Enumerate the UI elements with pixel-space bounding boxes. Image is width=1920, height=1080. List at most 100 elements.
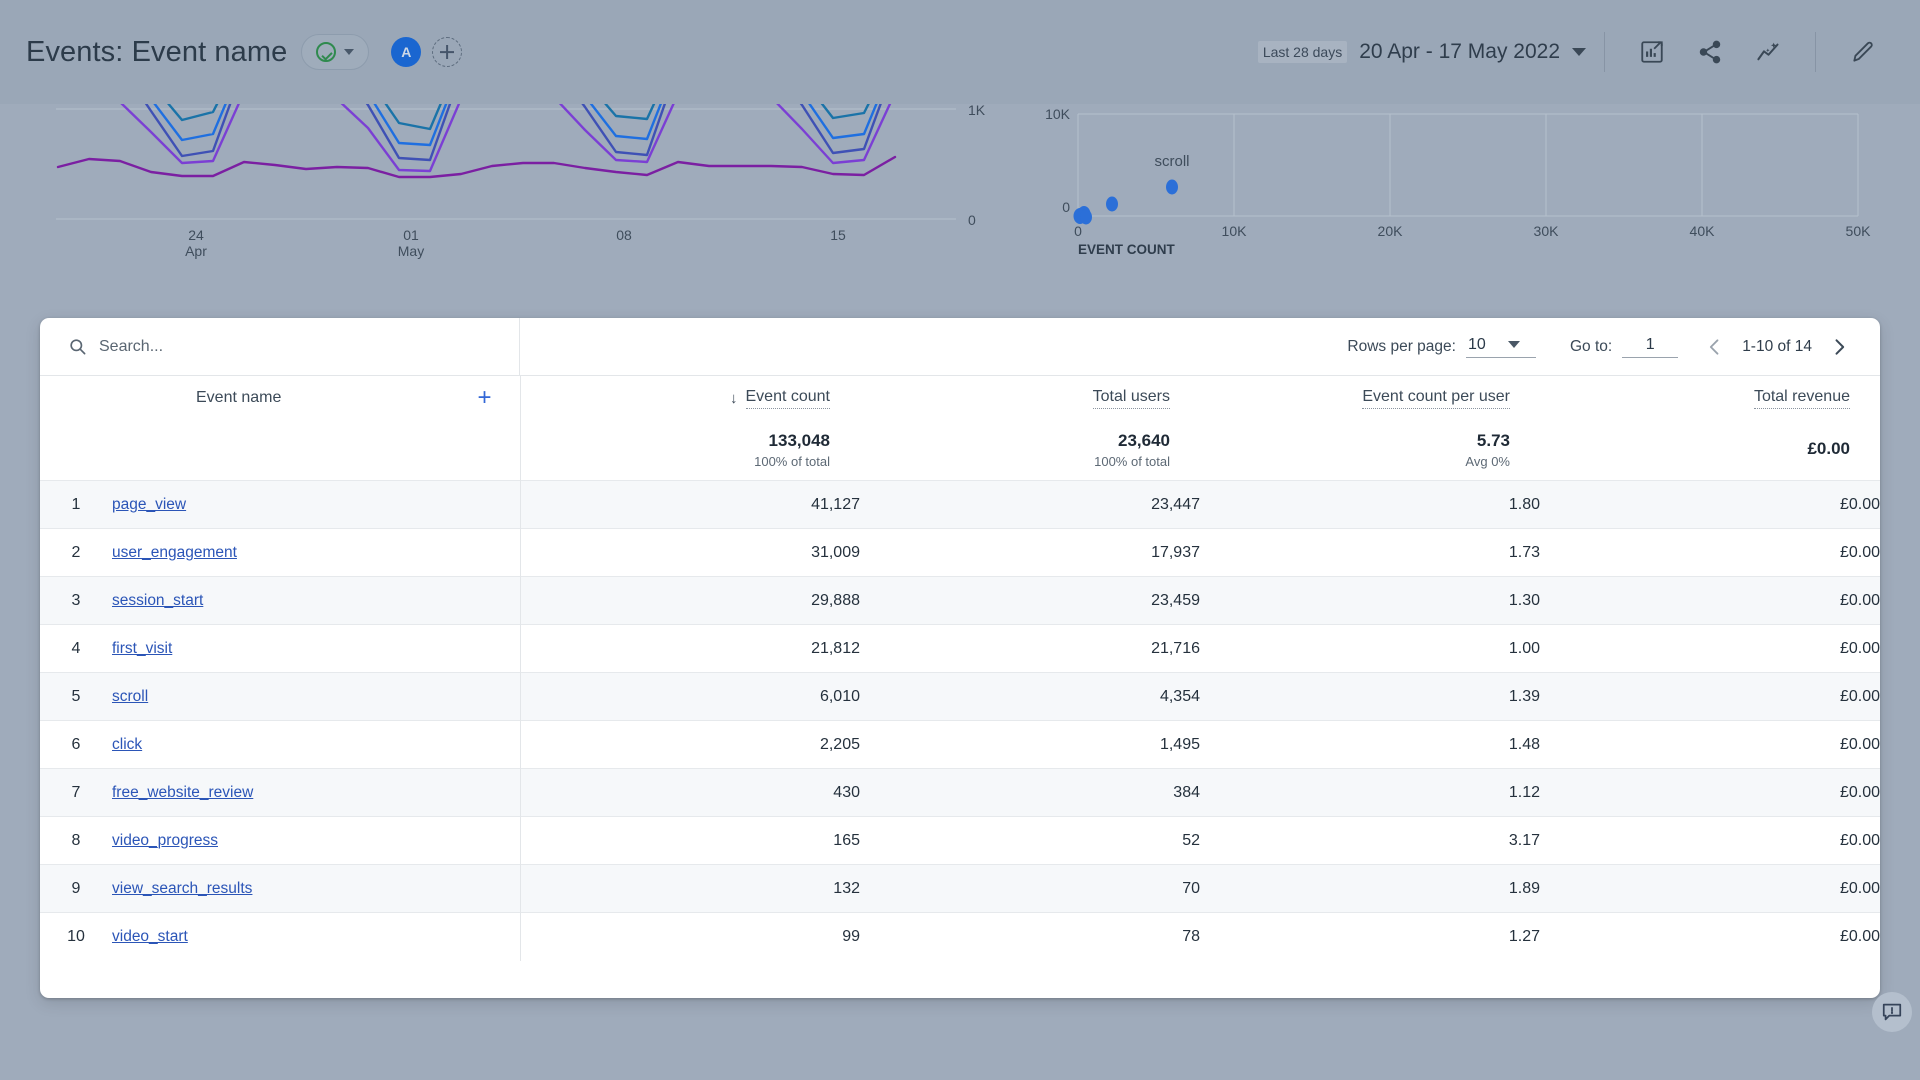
row-total-users-cell: 1,495 xyxy=(860,721,1200,769)
svg-text:24: 24 xyxy=(188,227,204,243)
th-event-count-per-user[interactable]: Event count per user xyxy=(1200,376,1540,420)
page-title: Events: Event name xyxy=(26,36,287,69)
event-name-link[interactable]: view_search_results xyxy=(112,880,252,897)
report-header: Events: Event name A Last 28 days 20 Apr… xyxy=(0,0,1920,104)
th-total-revenue[interactable]: Total revenue xyxy=(1540,376,1880,420)
events-table: Event name + ↓ Event count Total users xyxy=(40,376,1880,961)
totals-row: 133,048 100% of total 23,640 100% of tot… xyxy=(40,420,1880,481)
event-name-link[interactable]: video_progress xyxy=(112,832,218,849)
event-name-link[interactable]: session_start xyxy=(112,592,203,609)
svg-text:scroll: scroll xyxy=(1154,153,1189,170)
insights-icon[interactable] xyxy=(1635,35,1669,69)
row-per-user-cell: 3.17 xyxy=(1200,817,1540,865)
svg-text:01: 01 xyxy=(403,227,419,243)
rows-per-page-value: 10 xyxy=(1468,336,1486,354)
svg-text:08: 08 xyxy=(616,227,632,243)
add-dimension-icon[interactable]: + xyxy=(477,386,491,410)
row-index-cell: 3 xyxy=(40,577,112,625)
row-revenue-cell: £0.00 xyxy=(1540,769,1880,817)
row-total-users-cell: 23,459 xyxy=(860,577,1200,625)
report-status-chip[interactable] xyxy=(301,34,369,70)
row-event-count-cell: 31,009 xyxy=(520,529,860,577)
svg-text:20K: 20K xyxy=(1378,223,1404,239)
next-page-button[interactable] xyxy=(1828,336,1850,358)
column-label: Event name xyxy=(196,389,281,407)
svg-text:0: 0 xyxy=(1074,223,1082,239)
totals-sublabel: Avg 0% xyxy=(1465,454,1510,469)
column-label: Event count per user xyxy=(1362,388,1510,409)
row-event-count-cell: 430 xyxy=(520,769,860,817)
row-event-count-cell: 165 xyxy=(520,817,860,865)
table-header: Event name + ↓ Event count Total users xyxy=(40,376,1880,420)
row-index-cell: 4 xyxy=(40,625,112,673)
event-name-link[interactable]: user_engagement xyxy=(112,544,237,561)
svg-text:10K: 10K xyxy=(1045,106,1071,122)
svg-text:50K: 50K xyxy=(1846,223,1872,239)
event-name-link[interactable]: free_website_review xyxy=(112,784,253,801)
th-event-count[interactable]: ↓ Event count xyxy=(520,376,860,420)
explore-icon[interactable] xyxy=(1751,35,1785,69)
rows-per-page-select[interactable]: 10 xyxy=(1466,336,1536,358)
chevron-down-icon xyxy=(344,49,354,55)
event-name-link[interactable]: click xyxy=(112,736,142,753)
audience-badge[interactable]: A xyxy=(391,37,421,67)
row-total-users-cell: 78 xyxy=(860,913,1200,961)
row-event-count-cell: 132 xyxy=(520,865,860,913)
row-total-users-cell: 384 xyxy=(860,769,1200,817)
sort-descending-icon: ↓ xyxy=(730,390,738,407)
svg-text:May: May xyxy=(398,243,424,259)
row-revenue-cell: £0.00 xyxy=(1540,481,1880,529)
totals-index-cell xyxy=(40,420,112,481)
add-comparison-button[interactable] xyxy=(432,37,462,67)
column-label: Total users xyxy=(1093,388,1170,409)
date-range-label[interactable]: 20 Apr - 17 May 2022 xyxy=(1359,40,1560,64)
row-index-cell: 10 xyxy=(40,913,112,961)
totals-value: 23,640 xyxy=(1118,431,1170,451)
row-per-user-cell: 1.73 xyxy=(1200,529,1540,577)
event-name-link[interactable]: scroll xyxy=(112,688,148,705)
edit-pencil-icon[interactable] xyxy=(1846,35,1880,69)
search-input[interactable]: Search... xyxy=(40,318,520,375)
scatter-chart-svg: 10K 0 0 10K 20K 30K 40K 50K EVENT COUNT … xyxy=(1040,104,1920,320)
row-revenue-cell: £0.00 xyxy=(1540,625,1880,673)
search-placeholder: Search... xyxy=(99,338,163,356)
svg-text:EVENT COUNT: EVENT COUNT xyxy=(1078,242,1176,257)
chevron-down-icon[interactable] xyxy=(1572,48,1586,56)
row-event-name-cell: free_website_review xyxy=(112,769,520,817)
row-index-cell: 7 xyxy=(40,769,112,817)
row-revenue-cell: £0.00 xyxy=(1540,913,1880,961)
table-body: 1page_view41,12723,4471.80£0.002user_eng… xyxy=(40,481,1880,961)
svg-text:40K: 40K xyxy=(1690,223,1716,239)
th-total-users[interactable]: Total users xyxy=(860,376,1200,420)
charts-region: 1K 0 24 Apr 01 May 08 15 xyxy=(0,104,1920,320)
row-event-name-cell: scroll xyxy=(112,673,520,721)
row-event-count-cell: 6,010 xyxy=(520,673,860,721)
totals-value: £0.00 xyxy=(1807,439,1850,459)
line-chart[interactable]: 1K 0 24 Apr 01 May 08 15 xyxy=(56,104,1016,320)
row-event-name-cell: session_start xyxy=(112,577,520,625)
line-chart-svg: 1K 0 24 Apr 01 May 08 15 xyxy=(56,104,1016,320)
feedback-button[interactable] xyxy=(1872,992,1912,1032)
table-row: 1page_view41,12723,4471.80£0.00 xyxy=(40,481,1880,529)
totals-total-users-cell: 23,640 100% of total xyxy=(860,420,1200,481)
table-totals: 133,048 100% of total 23,640 100% of tot… xyxy=(40,420,1880,481)
row-event-name-cell: first_visit xyxy=(112,625,520,673)
row-event-name-cell: video_progress xyxy=(112,817,520,865)
header-divider xyxy=(1815,32,1816,72)
totals-sublabel: 100% of total xyxy=(1094,454,1170,469)
previous-page-button[interactable] xyxy=(1704,336,1726,358)
scatter-chart[interactable]: 10K 0 0 10K 20K 30K 40K 50K EVENT COUNT … xyxy=(1040,104,1920,320)
row-per-user-cell: 1.00 xyxy=(1200,625,1540,673)
row-revenue-cell: £0.00 xyxy=(1540,817,1880,865)
event-name-link[interactable]: video_start xyxy=(112,928,188,945)
goto-page-input[interactable]: 1 xyxy=(1622,336,1678,358)
header-left-group: Events: Event name A xyxy=(26,34,462,70)
event-name-link[interactable]: page_view xyxy=(112,496,186,513)
totals-value: 133,048 xyxy=(769,431,830,451)
goto-label: Go to: xyxy=(1570,338,1612,356)
share-icon[interactable] xyxy=(1693,35,1727,69)
event-name-link[interactable]: first_visit xyxy=(112,640,172,657)
row-per-user-cell: 1.80 xyxy=(1200,481,1540,529)
th-event-name[interactable]: Event name + xyxy=(112,376,520,420)
row-event-count-cell: 21,812 xyxy=(520,625,860,673)
